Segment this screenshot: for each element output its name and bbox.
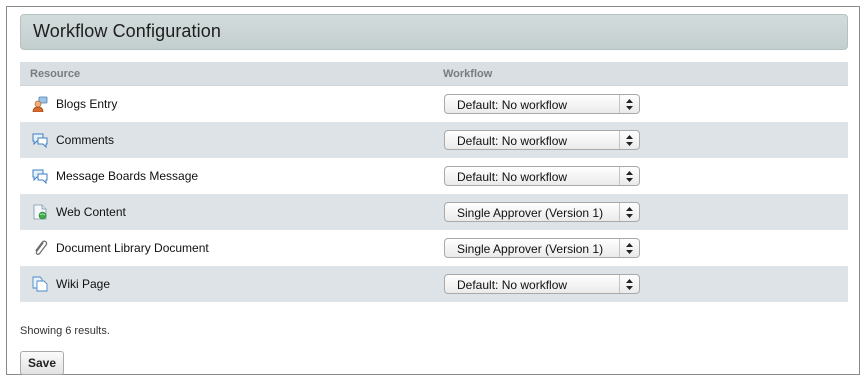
workflow-select[interactable]: Single Approver (Version 1) (444, 202, 640, 222)
resource-name: Web Content (56, 205, 126, 219)
workflow-select[interactable]: Default: No workflow (444, 94, 640, 114)
save-button[interactable]: Save (20, 351, 64, 375)
workflow-table: Resource Workflow Blogs Entry Default: N… (20, 62, 848, 302)
portlet-header: Workflow Configuration (20, 14, 848, 50)
resource-name: Document Library Document (56, 241, 209, 255)
workflow-select-value: Single Approver (Version 1) (457, 206, 604, 220)
wiki-page-icon (32, 276, 48, 292)
select-arrows-icon (619, 203, 639, 221)
column-header-resource: Resource (30, 68, 81, 80)
select-arrows-icon (619, 167, 639, 185)
workflow-select-value: Default: No workflow (457, 278, 568, 292)
workflow-select[interactable]: Default: No workflow (444, 274, 640, 294)
workflow-select-value: Default: No workflow (457, 98, 568, 112)
resource-name: Comments (56, 133, 115, 147)
table-row: Wiki Page Default: No workflow (20, 266, 848, 302)
document-clip-icon (32, 240, 48, 256)
resource-name: Wiki Page (56, 277, 111, 291)
table-header: Resource Workflow (20, 62, 848, 86)
column-header-workflow: Workflow (443, 68, 493, 80)
table-row: Web Content Single Approver (Version 1) (20, 194, 848, 230)
portlet-frame: Workflow Configuration Resource Workflow… (6, 6, 860, 375)
page-title: Workflow Configuration (33, 21, 221, 41)
message-boards-icon (32, 168, 48, 185)
results-count: Showing 6 results. (20, 325, 110, 337)
workflow-select-value: Single Approver (Version 1) (457, 242, 604, 256)
workflow-select-value: Default: No workflow (457, 170, 568, 184)
select-arrows-icon (619, 275, 639, 293)
table-row: Comments Default: No workflow (20, 122, 848, 158)
workflow-select-value: Default: No workflow (457, 134, 568, 148)
workflow-select[interactable]: Default: No workflow (444, 166, 640, 186)
blogs-entry-icon (32, 96, 48, 113)
select-arrows-icon (619, 131, 639, 149)
comments-icon (32, 132, 48, 149)
table-row: Message Boards Message Default: No workf… (20, 158, 848, 194)
select-arrows-icon (619, 95, 639, 113)
web-content-icon (32, 204, 48, 220)
resource-name: Blogs Entry (56, 97, 118, 111)
workflow-select[interactable]: Single Approver (Version 1) (444, 238, 640, 258)
table-row: Blogs Entry Default: No workflow (20, 86, 848, 122)
workflow-select[interactable]: Default: No workflow (444, 130, 640, 150)
table-row: Document Library Document Single Approve… (20, 230, 848, 266)
resource-name: Message Boards Message (56, 169, 199, 183)
select-arrows-icon (619, 239, 639, 257)
